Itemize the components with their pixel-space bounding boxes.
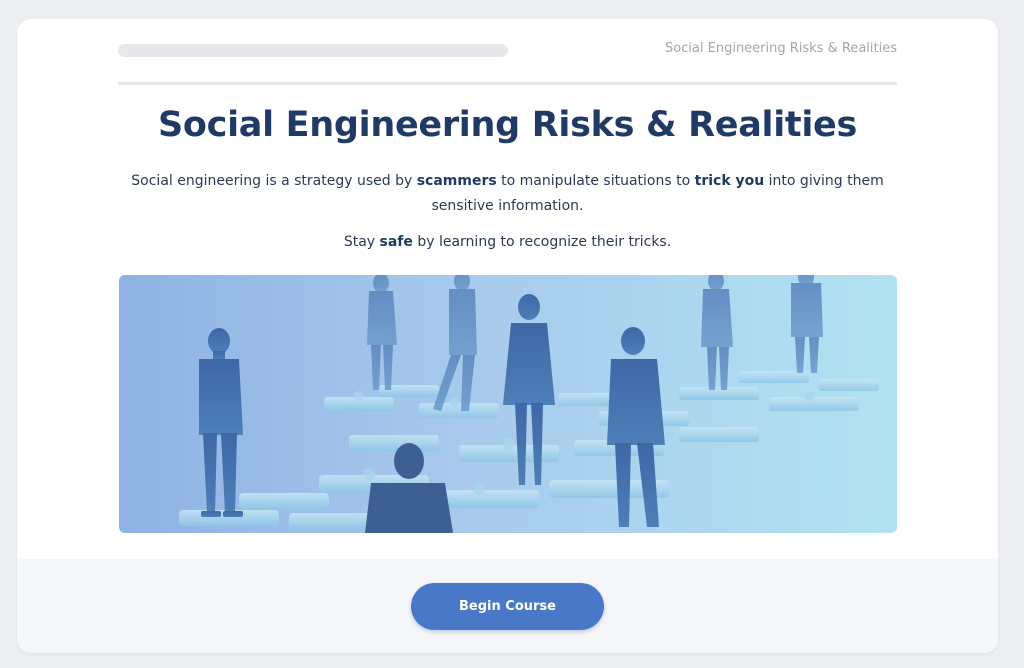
begin-course-button[interactable]: Begin Course (411, 583, 604, 630)
tagline-text: by learning to recognize their tricks. (412, 234, 672, 250)
progress-bar (118, 44, 508, 57)
footer-bar: Begin Course (17, 559, 998, 653)
tagline-text: Stay (343, 234, 380, 250)
tagline: Stay safe by learning to recognize their… (17, 234, 998, 250)
tagline-emphasis: safe (379, 234, 413, 250)
intro-emphasis: trick you (694, 173, 765, 189)
header-divider (118, 82, 897, 85)
hero-image (119, 275, 897, 533)
intro-text: to manipulate situations to (496, 173, 695, 189)
intro-emphasis: scammers (416, 173, 497, 189)
course-card: Social Engineering Risks & Realities Soc… (17, 19, 998, 653)
intro-paragraph: Social engineering is a strategy used by… (118, 169, 897, 219)
page-title: Social Engineering Risks & Realities (157, 105, 858, 145)
intro-text: Social engineering is a strategy used by (131, 173, 417, 189)
course-header-title: Social Engineering Risks & Realities (664, 41, 897, 56)
